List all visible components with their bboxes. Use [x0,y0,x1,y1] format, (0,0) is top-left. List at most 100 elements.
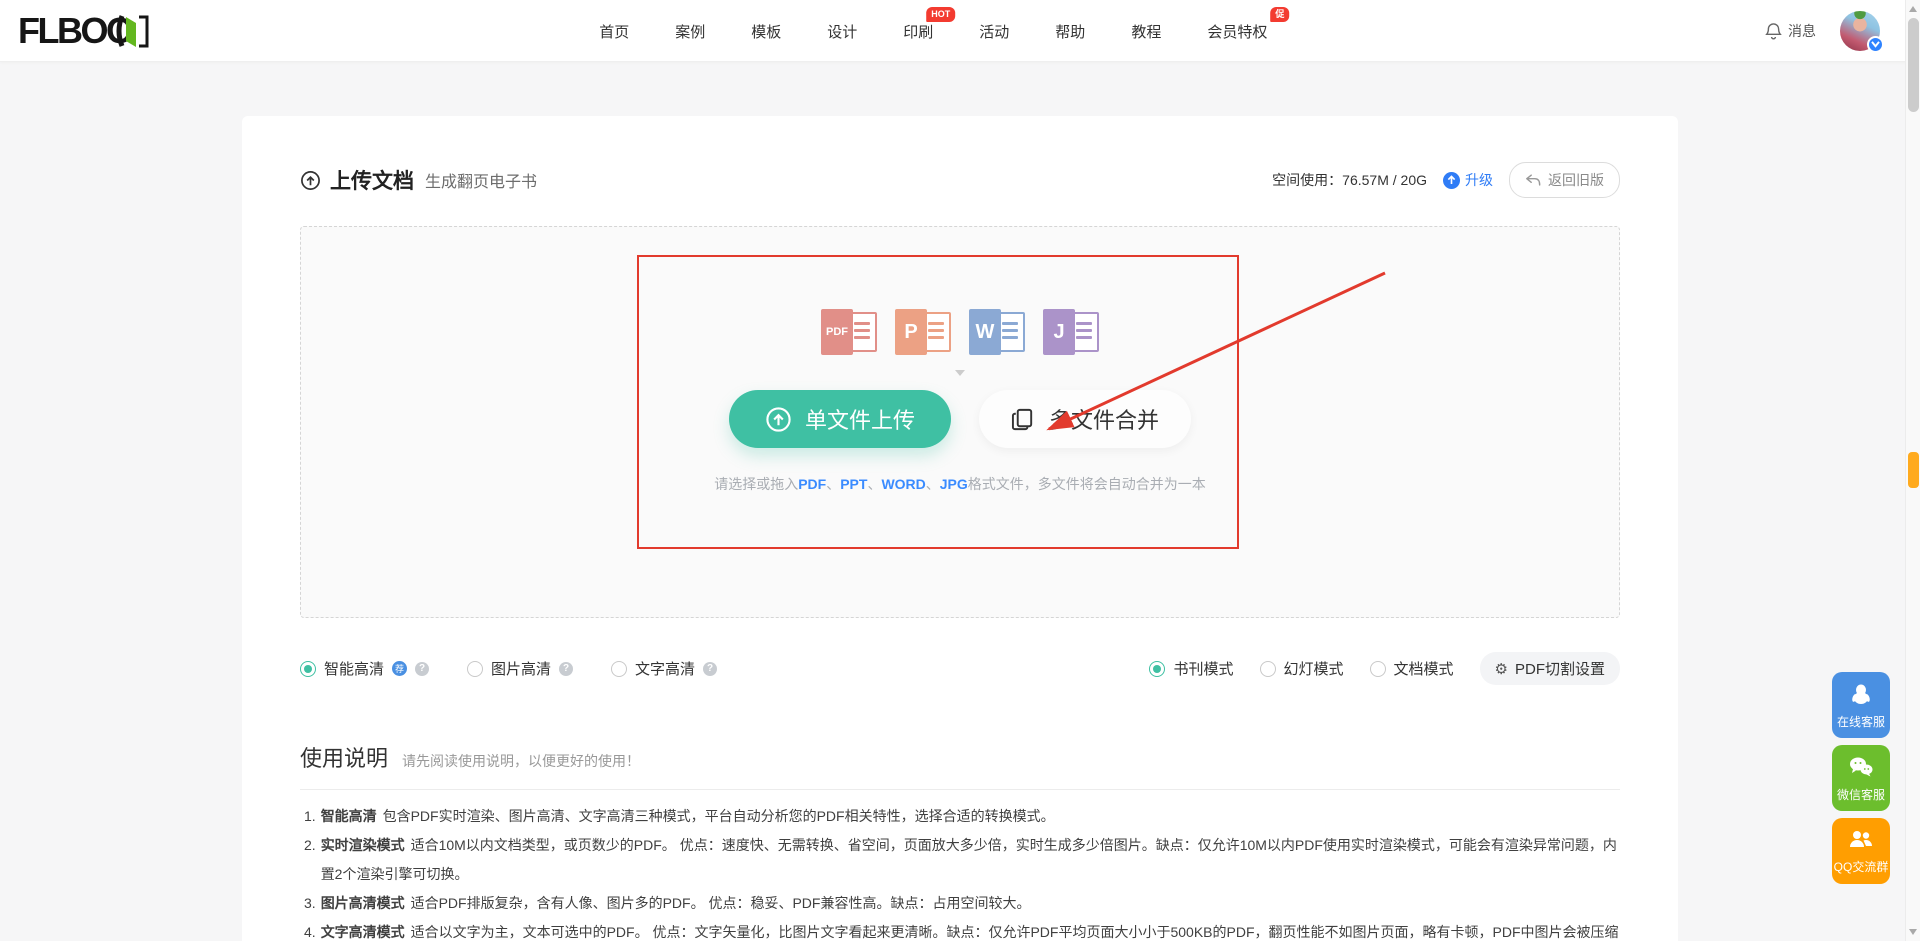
multi-merge-label: 多文件合并 [1049,403,1159,435]
instructions-section: 使用说明 请先阅读使用说明，以便更好的使用！ 1.智能高清 包含PDF实时渲染、… [300,741,1620,941]
return-old-version-label: 返回旧版 [1548,170,1604,190]
group-icon [1847,828,1875,855]
quality-radio-3[interactable]: 文字高清? [611,658,717,679]
nav-item-5[interactable]: 印刷HOT [903,21,933,42]
instructions-title: 使用说明 [300,741,388,773]
upload-card: 上传文档 生成翻页电子书 空间使用：76.57M / 20G 升级 返回旧版 P… [242,116,1678,941]
instruction-item-3: 3.图片高清模式 适合PDF排版复杂，含有人像、图片多的PDF。 优点：稳妥、P… [300,889,1620,918]
instruction-lead: 文字高清模式 [321,924,405,940]
radio-label: 图片高清 [491,658,551,679]
quality-radio-1[interactable]: 智能高清荐? [300,658,429,679]
instruction-text: 文字高清模式 适合以文字为主，文本可选中的PDF。 优点：文字矢量化，比图片文字… [321,918,1620,941]
hint-part: 请选择或拖入 [714,476,798,492]
scrollbar-up-arrow-icon[interactable] [1909,6,1917,12]
return-old-version-button[interactable]: 返回旧版 [1509,162,1620,198]
single-upload-label: 单文件上传 [805,403,915,435]
promo-badge: HOT [926,7,955,22]
radio-circle[interactable] [1370,661,1386,677]
file-page-lines [928,322,944,325]
single-upload-button[interactable]: 单文件上传 [729,390,951,448]
space-usage-value: 76.57M / 20G [1342,172,1427,188]
multi-merge-button[interactable]: 多文件合并 [979,390,1191,448]
nav-item-label: 首页 [599,24,629,41]
instruction-lead: 实时渲染模式 [321,837,405,853]
file-letter: P [895,309,927,355]
float-button-1[interactable]: 在线客服 [1832,672,1890,738]
upload-buttons-row: 单文件上传 多文件合并 [301,390,1619,448]
instruction-number: 1. [304,802,316,831]
radio-label: 幻灯模式 [1284,658,1344,679]
mode-radio-1[interactable]: 书刊模式 [1149,658,1233,679]
file-page-lines [854,322,870,325]
nav-item-1[interactable]: 首页 [599,21,629,42]
instruction-number: 3. [304,889,316,918]
flbook-logo[interactable]: FLBOO [18,11,158,51]
nav-item-label: 模板 [751,24,781,41]
mode-options: 书刊模式 幻灯模式 文档模式 ⚙ PDF切割设置 [1149,652,1620,685]
page-scrollbar[interactable] [1905,0,1920,941]
hint-part: 、 [867,476,881,492]
pdf-split-label: PDF切割设置 [1515,658,1605,679]
file-letter: PDF [821,309,853,355]
radio-label: 书刊模式 [1173,658,1233,679]
copy-files-icon [1011,407,1036,432]
question-icon[interactable]: ? [559,662,573,676]
nav-item-6[interactable]: 活动 [979,21,1009,42]
topbar-right: 消息 [1765,0,1880,62]
quality-radio-2[interactable]: 图片高清? [467,658,573,679]
card-title-group: 上传文档 生成翻页电子书 [300,165,537,195]
nav-item-7[interactable]: 帮助 [1055,21,1085,42]
radio-circle[interactable] [1260,661,1276,677]
radio-label: 文字高清 [635,658,695,679]
radio-label: 文档模式 [1394,658,1454,679]
nav-item-label: 帮助 [1055,24,1085,41]
pdf-split-settings-button[interactable]: ⚙ PDF切割设置 [1480,652,1620,685]
upload-cloud-icon [300,170,321,191]
float-button-label: 在线客服 [1837,713,1885,730]
question-icon[interactable]: ? [703,662,717,676]
return-arrow-icon [1525,174,1541,187]
space-usage-label: 空间使用： [1272,170,1342,190]
radio-circle[interactable] [300,661,316,677]
nav-item-3[interactable]: 模板 [751,21,781,42]
messages-button[interactable]: 消息 [1765,21,1816,41]
nav-item-9[interactable]: 会员特权促 [1207,21,1267,42]
wechat-icon [1847,754,1875,783]
svg-text:FLBOO: FLBOO [18,11,133,51]
nav-item-4[interactable]: 设计 [827,21,857,42]
space-usage: 空间使用：76.57M / 20G [1272,170,1427,190]
mode-radio-3[interactable]: 文档模式 [1370,658,1454,679]
upgrade-label: 升级 [1465,170,1493,190]
gear-icon: ⚙ [1495,660,1508,678]
nav-item-2[interactable]: 案例 [675,21,705,42]
nav-item-label: 活动 [979,24,1009,41]
user-avatar[interactable] [1840,11,1880,51]
promo-badge: 促 [1270,7,1289,22]
radio-label: 智能高清 [324,658,384,679]
hint-part: 格式文件，多文件将会自动合并为一本 [968,476,1206,492]
scrollbar-down-arrow-icon[interactable] [1909,929,1917,935]
page-title: 上传文档 [330,165,414,195]
float-button-3[interactable]: QQ交流群 [1832,818,1890,884]
radio-circle[interactable] [611,661,627,677]
upgrade-link[interactable]: 升级 [1443,170,1493,190]
nav-item-8[interactable]: 教程 [1131,21,1161,42]
radio-circle[interactable] [467,661,483,677]
float-button-2[interactable]: 微信客服 [1832,745,1890,811]
instruction-item-4: 4.文字高清模式 适合以文字为主，文本可选中的PDF。 优点：文字矢量化，比图片… [300,918,1620,941]
hint-part: JPG [940,476,968,492]
instructions-list: 1.智能高清 包含PDF实时渲染、图片高清、文字高清三种模式，平台自动分析您的P… [300,802,1620,941]
hint-part: 、 [826,476,840,492]
mode-radio-2[interactable]: 幻灯模式 [1260,658,1344,679]
instruction-lead: 图片高清模式 [321,895,405,911]
upload-dropzone[interactable]: PDFPWJ 单文件上传 多文件合并 请选 [300,226,1620,618]
radio-circle[interactable] [1149,661,1165,677]
quality-options: 智能高清荐?图片高清?文字高清? [300,658,717,679]
recommend-badge: 荐 [392,661,407,676]
instruction-lead: 智能高清 [321,808,377,824]
scrollbar-thumb[interactable] [1908,18,1919,112]
question-icon[interactable]: ? [415,662,429,676]
pdf-file-icon: PDF [821,309,877,355]
topbar: FLBOO 首页 案例 模板 设计 印刷HOT 活动 帮助 教程 会员特权促 消息 [0,0,1920,62]
instructions-header: 使用说明 请先阅读使用说明，以便更好的使用！ [300,741,1620,790]
